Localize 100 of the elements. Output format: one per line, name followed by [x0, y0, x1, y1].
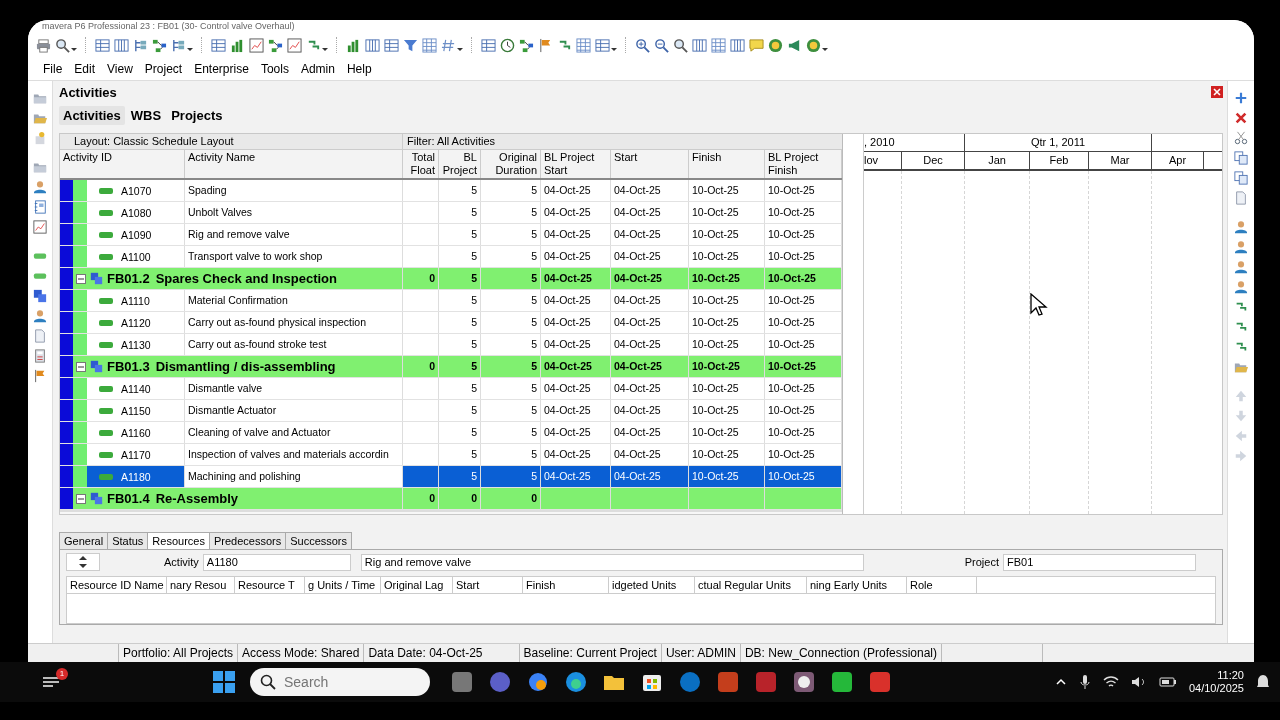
close-button[interactable] [1211, 86, 1223, 98]
person-icon[interactable] [1234, 260, 1248, 274]
menu-item[interactable]: View [102, 60, 138, 78]
layout-icon[interactable] [576, 37, 591, 53]
column-header[interactable]: BL Project Start [541, 150, 611, 178]
clock-icon[interactable] [500, 37, 515, 53]
activity-name-field[interactable]: Rig and remove valve [360, 553, 864, 571]
wifi-icon[interactable] [1102, 675, 1119, 689]
table-icon[interactable] [95, 37, 110, 53]
activity-row[interactable]: A1070 Spading 5 5 04-Oct-25 04-Oct-25 10-Oct-25 10-Oct-25 [60, 180, 842, 202]
table-icon[interactable] [595, 37, 610, 53]
activity-row[interactable]: A1090 Rig and remove valve 5 5 04-Oct-25 04-Oct-25 10-Oct-25 10-Oct-25 [60, 224, 842, 246]
wbs-row[interactable]: FB01.4 Re-Assembly 0 0 0 [60, 488, 842, 510]
menu-item[interactable]: File [38, 60, 68, 78]
bars-icon[interactable] [346, 37, 361, 53]
diagram-icon[interactable] [268, 37, 283, 53]
copy-icon[interactable] [1234, 151, 1248, 165]
activity-row[interactable]: A1080 Unbolt Valves 5 5 04-Oct-25 04-Oct-25 10-Oct-25 10-Oct-25 [60, 202, 842, 224]
column-header[interactable]: Role [907, 577, 977, 593]
zoom-icon[interactable] [673, 37, 688, 53]
menu-item[interactable]: Project [139, 60, 188, 78]
wbs-row[interactable]: FB01.2 Spares Check and Inspection 0 5 5 04-Oct-25 04-Oct-25 10-Oct-25 10-Oct-25 [60, 268, 842, 290]
menu-item[interactable]: Enterprise [189, 60, 254, 78]
person-icon[interactable] [33, 180, 47, 194]
tab[interactable]: Resources [147, 532, 210, 549]
print-preview-icon[interactable] [55, 37, 70, 53]
person-icon[interactable] [33, 309, 47, 323]
tab[interactable]: Activities [59, 105, 125, 125]
split-icon[interactable] [730, 37, 745, 53]
add-icon[interactable] [1234, 91, 1248, 105]
columns-icon[interactable] [692, 37, 707, 53]
chart-icon[interactable] [33, 220, 47, 234]
activity-row[interactable]: A1120 Carry out as-found physical inspection 5 5 04-Oct-25 04-Oct-25 10-Oct-25 10-Oct-25 [60, 312, 842, 334]
person-icon[interactable] [1234, 280, 1248, 294]
hash-icon[interactable] [441, 37, 456, 53]
flag-icon[interactable] [538, 37, 553, 53]
app-icon[interactable] [792, 670, 816, 694]
cut-icon[interactable] [1234, 131, 1248, 145]
printer-icon[interactable] [36, 37, 51, 53]
table-icon[interactable] [384, 37, 399, 53]
column-header[interactable]: Finish [523, 577, 609, 593]
task-view-icon[interactable] [450, 670, 474, 694]
person-icon[interactable] [1234, 220, 1248, 234]
link-icon[interactable] [1234, 340, 1248, 354]
column-header[interactable]: BL Project [439, 150, 481, 178]
people-icon[interactable] [1234, 240, 1248, 254]
menu-item[interactable]: Admin [295, 60, 340, 78]
page-icon[interactable] [1234, 191, 1248, 205]
column-header[interactable]: Original Lag [381, 577, 453, 593]
column-header[interactable]: Total Float [403, 150, 439, 178]
project-field[interactable]: FB01 [1003, 553, 1196, 571]
column-header[interactable]: Finish [689, 150, 765, 178]
profile-icon[interactable] [287, 37, 302, 53]
microphone-icon[interactable] [1078, 674, 1091, 690]
battery-icon[interactable] [1158, 676, 1177, 688]
notebook-icon[interactable] [33, 200, 47, 214]
browser-icon[interactable] [564, 670, 588, 694]
column-header[interactable]: idgeted Units [609, 577, 695, 593]
grid-icon[interactable] [711, 37, 726, 53]
activity-row[interactable]: A1150 Dismantle Actuator 5 5 04-Oct-25 04-Oct-25 10-Oct-25 10-Oct-25 [60, 400, 842, 422]
chart-icon[interactable] [249, 37, 264, 53]
clock-date[interactable]: 04/10/2025 [1188, 682, 1244, 695]
menu-item[interactable]: Tools [255, 60, 294, 78]
activity-row[interactable]: A1140 Dismantle valve 5 5 04-Oct-25 04-Oct-25 10-Oct-25 10-Oct-25 [60, 378, 842, 400]
network-icon[interactable] [519, 37, 534, 53]
clock-time[interactable]: 11:20 [1217, 669, 1244, 682]
activity-id-field[interactable]: A1180 [202, 553, 351, 571]
columns-icon[interactable] [114, 37, 129, 53]
app-tile-icon[interactable] [830, 670, 854, 694]
tab[interactable]: Status [107, 532, 149, 549]
calculator-icon[interactable] [33, 349, 47, 363]
wbs-row[interactable]: FB01.3 Dismantling / dis-assembling 0 5 5 04-Oct-25 04-Oct-25 10-Oct-25 10-Oct-25 [60, 356, 842, 378]
column-header[interactable]: nary Resou [167, 577, 235, 593]
filter-icon[interactable] [403, 37, 418, 53]
link-icon[interactable] [1234, 320, 1248, 334]
column-header[interactable]: ctual Regular Units [695, 577, 807, 593]
column-header[interactable]: BL Project Finish [765, 150, 842, 178]
activity-table-icon[interactable] [211, 37, 226, 53]
menu-item[interactable]: Help [341, 60, 377, 78]
zoom-in-icon[interactable] [635, 37, 650, 53]
column-header[interactable]: Original Duration [481, 150, 541, 178]
collapse-toggle[interactable] [76, 493, 86, 504]
column-header[interactable]: Resource T [235, 577, 305, 593]
page-icon[interactable] [33, 329, 47, 343]
tab[interactable]: Successors [285, 532, 353, 549]
flag-icon[interactable] [33, 369, 47, 383]
network-icon[interactable] [152, 37, 167, 53]
column-header[interactable]: Activity Name [185, 150, 403, 178]
column-header[interactable]: g Units / Time [305, 577, 381, 593]
tab[interactable]: WBS [126, 105, 166, 125]
bell-icon[interactable] [1256, 674, 1270, 690]
filter-label[interactable]: Filter: All Activities [403, 134, 842, 149]
activity-row[interactable]: A1160 Cleaning of valve and Actuator 5 5 04-Oct-25 04-Oct-25 10-Oct-25 10-Oct-25 [60, 422, 842, 444]
outline-icon[interactable] [171, 37, 186, 53]
column-header[interactable]: Start [453, 577, 523, 593]
zoom-out-icon[interactable] [654, 37, 669, 53]
column-header[interactable]: Start [611, 150, 689, 178]
details-icon[interactable] [481, 37, 496, 53]
column-header[interactable]: Resource ID Name [67, 577, 167, 593]
video-call-icon[interactable] [488, 670, 512, 694]
